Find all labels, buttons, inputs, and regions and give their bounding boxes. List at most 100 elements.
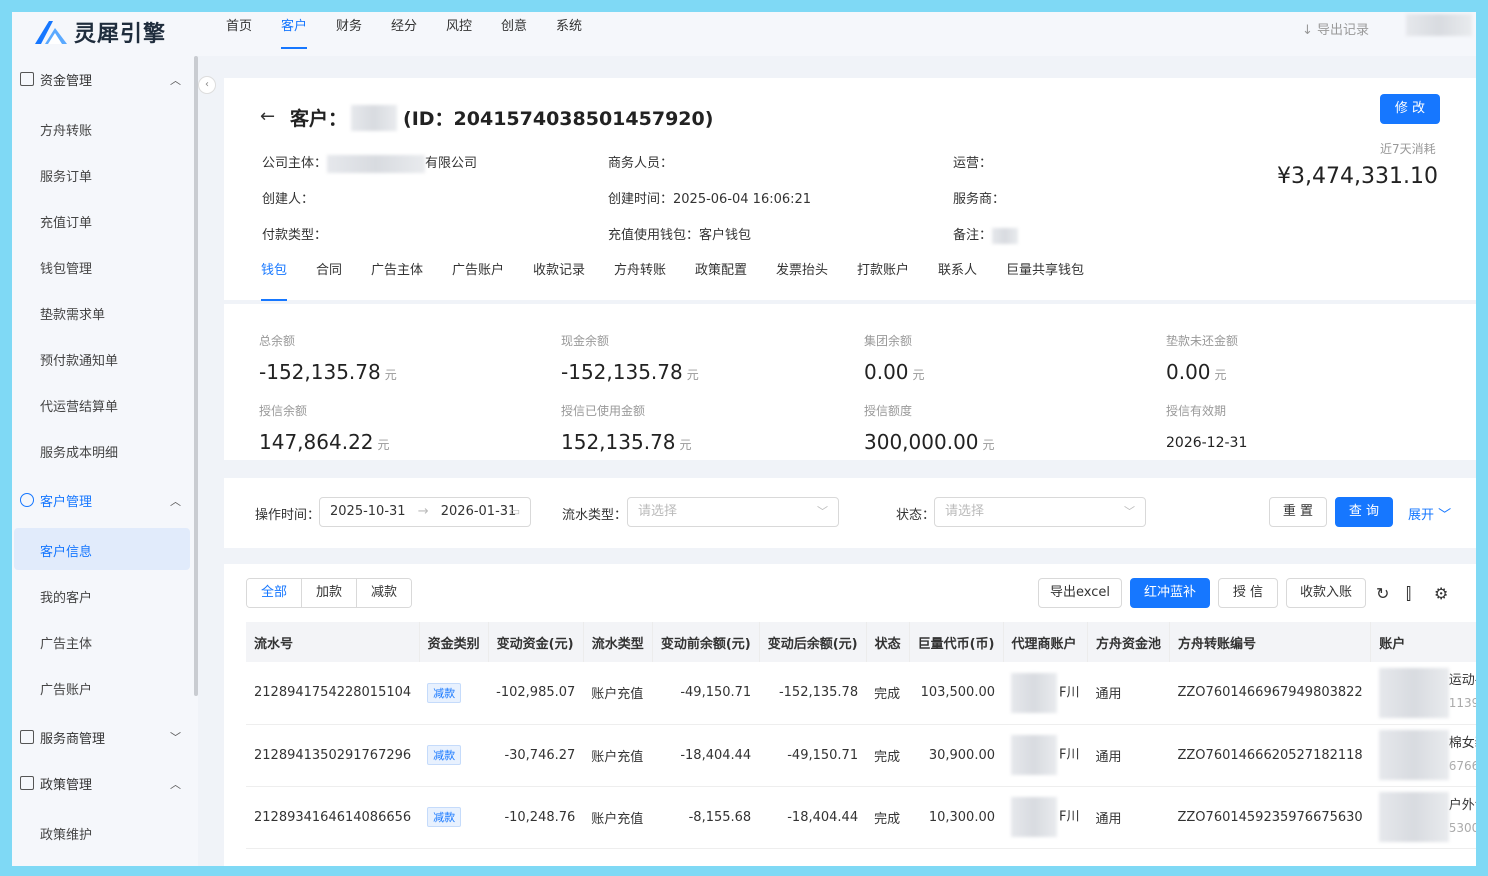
sidebar-group-customers[interactable]: 客户管理 [20, 488, 92, 512]
deduct-badge: 减款 [427, 682, 462, 703]
nav-risk[interactable]: 风控 [446, 19, 472, 49]
sidebar-item-customer-info[interactable]: 客户信息 [40, 541, 92, 560]
sidebar-item-wallet-mgmt[interactable]: 钱包管理 [40, 258, 92, 277]
sidebar-item-advance-request[interactable]: 垫款需求单 [40, 304, 105, 323]
sidebar-item-prepay-notice[interactable]: 预付款通知单 [40, 350, 118, 369]
chevron-up-icon[interactable]: ︿ [170, 72, 181, 88]
nav-finance[interactable]: 财务 [336, 19, 362, 49]
flow-type-select[interactable]: 请选择 ﹀ [627, 497, 839, 527]
table-row[interactable]: 2128934164614086656 减款 -10,248.76 账户充值 -… [246, 786, 1476, 849]
tab-shared-wallet[interactable]: 巨量共享钱包 [1006, 259, 1084, 301]
status-select[interactable]: 请选择 ﹀ [934, 497, 1146, 527]
table-header-row: 流水号 资金类别 变动资金(元) 流水类型 变动前余额(元) 变动后余额(元) … [246, 622, 1476, 662]
reset-button[interactable]: 重 置 [1269, 497, 1327, 527]
gear-icon[interactable]: ⚙ [1434, 584, 1448, 603]
chevron-up-icon[interactable]: ︿ [170, 776, 181, 792]
tab-receipts[interactable]: 收款记录 [533, 259, 585, 301]
cell-coin: 103,500.00 [909, 662, 1003, 725]
sidebar-item-agency-settlement[interactable]: 代运营结算单 [40, 396, 118, 415]
cell-flow-type: 账户充值 [583, 662, 653, 725]
logo[interactable]: 灵犀引擎 [32, 16, 166, 48]
col-coin[interactable]: 巨量代币(币) [909, 622, 1004, 662]
export-excel-button[interactable]: 导出excel [1038, 578, 1122, 608]
tab-pay-account[interactable]: 打款账户 [857, 259, 909, 301]
column-height-icon[interactable]: ⫿ [1406, 584, 1411, 604]
agent-redacted [1011, 672, 1057, 713]
col-after[interactable]: 变动后余额(元) [759, 622, 867, 662]
sidebar-group-policy[interactable]: 政策管理 [20, 771, 92, 795]
chevron-down-icon: ﹀ [817, 505, 828, 518]
col-fund-cat[interactable]: 资金类别 [419, 622, 489, 662]
recent-7day-value: ¥3,474,331.10 [1277, 164, 1438, 189]
tab-wallet[interactable]: 钱包 [261, 259, 288, 301]
tab-invoice-title[interactable]: 发票抬头 [776, 259, 828, 301]
col-agent[interactable]: 代理商账户 [1003, 622, 1088, 662]
chevron-up-icon[interactable]: ︿ [170, 493, 181, 509]
query-button[interactable]: 查 询 [1335, 497, 1393, 527]
col-amount[interactable]: 变动资金(元) [488, 622, 584, 662]
tab-ark-transfer[interactable]: 方舟转账 [614, 259, 666, 301]
sidebar-item-service-orders[interactable]: 服务订单 [40, 166, 92, 185]
sidebar-item-my-customers[interactable]: 我的客户 [40, 587, 92, 606]
cell-fund-cat: 减款 [419, 786, 489, 849]
cell-coin: 30,900.00 [909, 724, 1003, 787]
sidebar-item-service-cost[interactable]: 服务成本明细 [40, 442, 118, 461]
unit: 元 [912, 368, 925, 382]
expand-link[interactable]: 展开 ﹀ [1408, 504, 1451, 523]
sidebar-group-label: 政策管理 [40, 777, 93, 793]
date-range-picker[interactable]: 2025-10-31 → 2026-01-31 ▭ [319, 497, 531, 527]
table-row[interactable]: 2128941754228015104 减款 -102,985.07 账户充值 … [246, 662, 1476, 725]
tab-contacts[interactable]: 联系人 [938, 259, 977, 301]
segment-all[interactable]: 全部 [247, 579, 303, 607]
wallet-icon [20, 72, 34, 86]
refresh-icon[interactable]: ↻ [1376, 584, 1389, 603]
col-flow-type[interactable]: 流水类型 [583, 622, 653, 662]
segment-add[interactable]: 加款 [301, 579, 357, 607]
cash-balance-label: 现金余额 [561, 334, 610, 348]
back-arrow-icon[interactable]: ← [260, 106, 275, 127]
group-balance-value: 0.00 元 [864, 360, 925, 384]
sidebar-item-ad-entity[interactable]: 广告主体 [40, 633, 92, 652]
chevron-down-icon[interactable]: ﹀ [170, 729, 181, 745]
sidebar-group-providers[interactable]: 服务商管理 [20, 725, 105, 749]
col-before[interactable]: 变动前余额(元) [652, 622, 760, 662]
sidebar-scrollbar[interactable] [194, 56, 198, 696]
nav-analysis[interactable]: 经分 [391, 19, 417, 49]
col-pool[interactable]: 方舟资金池 [1087, 622, 1171, 662]
credit-button[interactable]: 授 信 [1218, 578, 1278, 608]
cell-account: 棉女装 67660 [1370, 724, 1476, 787]
red-blue-button[interactable]: 红冲蓝补 [1130, 578, 1210, 608]
export-records-link[interactable]: ↓ 导出记录 [1302, 19, 1369, 38]
nav-customer[interactable]: 客户 [281, 19, 308, 49]
app-window: 灵犀引擎 首页 客户 财务 经分 风控 创意 系统 ↓ 导出记录 资金管理 ︿ … [12, 12, 1476, 866]
agent-redacted [1011, 735, 1057, 775]
cell-flow-id: 2128934164614086656 [246, 786, 420, 849]
sidebar-group-label: 资金管理 [40, 73, 93, 89]
user-avatar[interactable] [1406, 14, 1472, 36]
col-flow-id[interactable]: 流水号 [246, 622, 420, 662]
tab-ad-account[interactable]: 广告账户 [452, 259, 504, 301]
company-suffix: 有限公司 [425, 156, 478, 171]
placeholder: 请选择 [638, 504, 678, 519]
sidebar-group-funds[interactable]: 资金管理 [20, 67, 92, 91]
sidebar-item-ark-transfer[interactable]: 方舟转账 [40, 120, 92, 139]
tab-contract[interactable]: 合同 [316, 259, 342, 301]
sidebar-item-policy-maintain[interactable]: 政策维护 [40, 824, 92, 843]
sidebar-item-recharge-orders[interactable]: 充值订单 [40, 212, 92, 231]
tab-ad-entity[interactable]: 广告主体 [371, 259, 423, 301]
segment-deduct[interactable]: 减款 [356, 579, 412, 607]
tab-policy-config[interactable]: 政策配置 [695, 259, 747, 301]
col-transfer[interactable]: 方舟转账编号 [1169, 622, 1372, 662]
table-row[interactable]: 2128941350291767296 减款 -30,746.27 账户充值 -… [246, 724, 1476, 787]
col-account[interactable]: 账户 [1370, 622, 1476, 662]
sidebar-collapse-button[interactable]: ‹ [198, 76, 216, 94]
sidebar-item-ad-account[interactable]: 广告账户 [40, 679, 92, 698]
nav-home[interactable]: 首页 [226, 19, 252, 49]
nav-creative[interactable]: 创意 [501, 19, 527, 49]
credit-used-label: 授信已使用金额 [561, 404, 646, 418]
receive-button[interactable]: 收款入账 [1286, 578, 1366, 608]
col-status[interactable]: 状态 [866, 622, 910, 662]
nav-system[interactable]: 系统 [556, 19, 582, 49]
edit-button[interactable]: 修 改 [1380, 94, 1440, 124]
value: -152,135.78 [561, 360, 683, 384]
